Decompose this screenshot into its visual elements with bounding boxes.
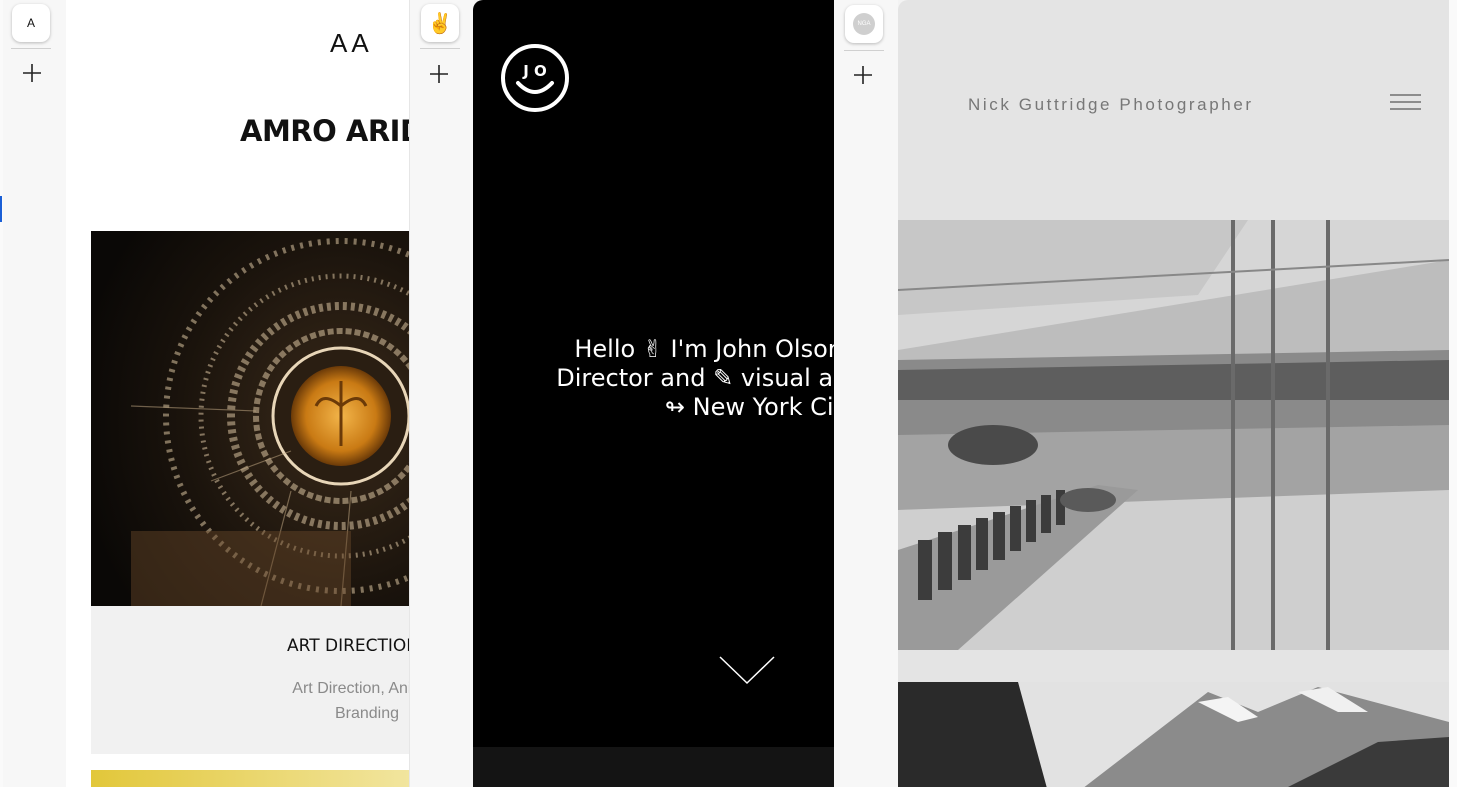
chevron-down-icon[interactable] xyxy=(719,655,775,685)
panel-rail-2: ✌ xyxy=(409,0,474,787)
peace-hand-icon: ✌ xyxy=(427,12,453,35)
next-section-strip xyxy=(473,747,834,787)
site-logo[interactable]: AA xyxy=(330,28,373,59)
favicon-label: NGA xyxy=(857,21,871,27)
site-title[interactable]: Nick Guttridge Photographer xyxy=(968,95,1254,115)
mountains-image xyxy=(898,682,1449,787)
favicon-label: A xyxy=(26,16,35,30)
project-title: ART DIRECTION RE xyxy=(287,636,409,656)
rail-divider xyxy=(11,48,51,49)
nga-badge-icon: NGA xyxy=(853,13,875,35)
glass-pavilion-image xyxy=(898,220,1449,650)
hero-line-1: Hello ✌ I'm John Olson xyxy=(574,335,834,363)
site-panel-amro: AA AMRO ARID ART DIRECTIO Art Direction,… xyxy=(66,0,409,787)
page-title: AMRO ARID xyxy=(240,114,409,148)
plus-icon[interactable] xyxy=(852,64,874,86)
site-panel-nick-guttridge: Nick Guttridge Photographer xyxy=(898,0,1449,787)
mountain-photo[interactable] xyxy=(898,682,1449,787)
next-project-image[interactable] xyxy=(91,770,409,787)
ring-structure-image xyxy=(91,231,409,606)
project-tags: Art Direction, Animati Branding xyxy=(91,676,409,726)
plus-icon[interactable] xyxy=(21,62,43,84)
panel-rail-3: NGA xyxy=(834,0,898,787)
project-tags-line-1: Art Direction, Animati xyxy=(292,680,409,697)
edge-active-indicator xyxy=(0,196,2,222)
plus-icon[interactable] xyxy=(428,63,450,85)
project-tags-line-2: Branding xyxy=(334,705,400,722)
hamburger-menu-icon[interactable] xyxy=(1390,94,1421,112)
smiley-logo-icon[interactable]: J O xyxy=(500,43,570,113)
rail-divider xyxy=(844,50,884,51)
project-image[interactable] xyxy=(91,231,409,606)
hero-line-3: ↬ New York Cit xyxy=(664,393,834,421)
logo-letters: J O xyxy=(522,62,547,80)
site-panel-john-olson: J O Hello ✌ I'm John Olson Director and … xyxy=(473,0,834,787)
rail-divider xyxy=(420,48,460,49)
hero-line-2: Director and ✎ visual ar xyxy=(556,364,834,392)
site-favicon-john-olson[interactable]: ✌ xyxy=(421,4,459,42)
site-favicon-amro[interactable]: A xyxy=(12,4,50,42)
architecture-photo[interactable] xyxy=(898,220,1449,650)
project-card[interactable]: ART DIRECTION RE Art Direction, Animati … xyxy=(91,606,409,754)
right-edge-strip xyxy=(1449,0,1457,787)
site-favicon-nick-guttridge[interactable]: NGA xyxy=(845,5,883,43)
hero-intro: Hello ✌ I'm John Olson Director and ✎ vi… xyxy=(473,335,834,422)
panel-rail-1: A xyxy=(3,0,66,787)
